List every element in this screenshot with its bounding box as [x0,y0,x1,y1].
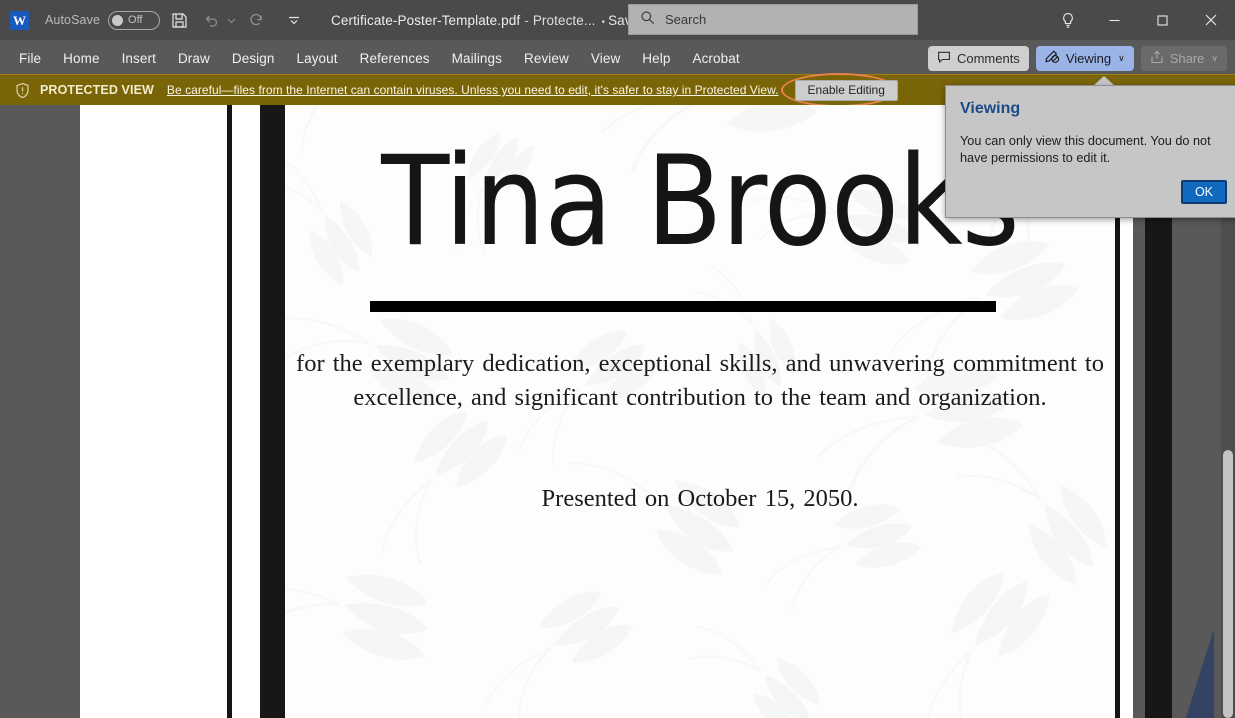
word-app-logo-icon: W [10,10,29,30]
vertical-scrollbar-thumb[interactable] [1223,450,1233,718]
autosave-state-label: Off [128,14,143,26]
comment-bubble-icon [937,50,957,67]
autosave-label: AutoSave [45,13,101,27]
tab-insert[interactable]: Insert [111,47,167,70]
comments-button[interactable]: Comments [927,45,1029,71]
viewing-callout-ok-button[interactable]: OK [1180,180,1227,204]
hint-bulb-icon[interactable] [1045,0,1091,40]
save-icon[interactable] [166,7,192,33]
search-input-placeholder: Search [665,12,707,27]
document-file-name: Certificate-Poster-Template.pdf [331,12,521,28]
tab-draw[interactable]: Draw [167,47,221,70]
share-arrow-icon [1150,50,1170,67]
share-label: Share [1169,50,1205,66]
autosave-toggle-knob [112,14,124,26]
view-pen-icon [1045,49,1066,67]
certificate-border-left-thin [227,105,232,718]
tab-view[interactable]: View [580,47,631,70]
document-title[interactable]: Certificate-Poster-Template.pdf - Protecte… [331,13,661,28]
redo-icon[interactable] [243,7,269,33]
protected-view-message[interactable]: Be careful—files from the Internet can c… [167,83,779,97]
tab-references[interactable]: References [349,47,441,70]
status-dot: • [601,16,606,28]
certificate-citation-text: for the exemplary dedication, exceptiona… [296,350,1104,411]
certificate-corner-accent [1172,630,1214,718]
enable-editing-container: Enable Editing [780,72,898,107]
search-box[interactable]: Search [628,4,918,35]
comments-label: Comments [956,50,1020,66]
viewing-label: Viewing [1065,50,1112,66]
certificate-border-left-thick [260,105,285,718]
share-button[interactable]: Share ∨ [1140,45,1227,71]
search-icon [640,10,655,30]
tab-design[interactable]: Design [221,47,286,70]
minimize-button[interactable] [1091,0,1137,40]
tab-file[interactable]: File [8,47,52,70]
undo-icon[interactable] [198,7,224,33]
viewing-callout-dialog: Viewing You can only view this document.… [945,85,1235,218]
maximize-button[interactable] [1139,0,1185,40]
protected-view-label: PROTECTED VIEW [40,83,154,97]
shield-icon [14,82,31,99]
viewing-chevron-down-icon[interactable]: ∨ [1118,53,1125,64]
tab-mailings[interactable]: Mailings [441,47,513,70]
viewing-callout-body: You can only view this document. You do … [960,134,1211,165]
share-chevron-down-icon[interactable]: ∨ [1211,53,1218,64]
close-button[interactable] [1188,0,1234,40]
tab-review[interactable]: Review [513,47,580,70]
enable-editing-button[interactable]: Enable Editing [794,79,898,101]
recipient-name-underline [370,301,996,312]
customize-quick-access-icon[interactable] [281,7,307,33]
tab-acrobat[interactable]: Acrobat [681,47,750,70]
certificate-presented-date: Presented on October 15, 2050. [541,485,859,512]
ribbon-actions: Comments Viewing ∨ Share ∨ [921,40,1235,76]
autosave-toggle[interactable]: Off [108,10,161,30]
title-bar: W AutoSave Off Certificate-Poster-Templa… [0,0,1235,40]
undo-dropdown-icon[interactable] [225,7,237,33]
tab-layout[interactable]: Layout [285,47,348,70]
viewing-mode-button[interactable]: Viewing ∨ [1035,45,1134,71]
tab-help[interactable]: Help [631,47,681,70]
title-separator: - [524,12,529,28]
document-protected-status: Protecte... [532,12,596,28]
viewing-callout-title: Viewing [960,100,1021,117]
tab-home[interactable]: Home [52,47,110,70]
